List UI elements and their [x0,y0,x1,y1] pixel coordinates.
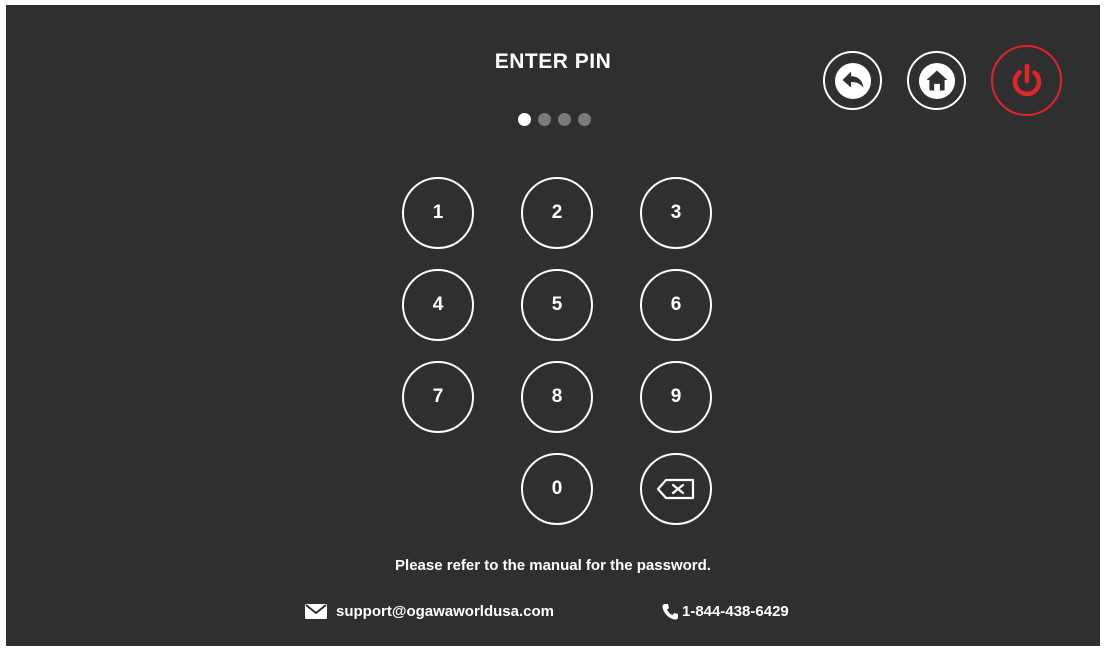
keypad-key-7[interactable]: 7 [402,361,474,433]
support-email[interactable]: support@ogawaworldusa.com [305,603,554,620]
keypad-key-3[interactable]: 3 [640,177,712,249]
support-email-text: support@ogawaworldusa.com [336,603,554,620]
pin-entry-screen: ENTER PIN 1 2 3 4 5 6 7 8 9 0 Please ref… [6,5,1100,646]
keypad-key-6[interactable]: 6 [640,269,712,341]
keypad-key-0[interactable]: 0 [521,453,593,525]
back-button[interactable] [823,51,882,110]
home-icon [918,62,955,99]
pin-dot-filled [518,113,531,126]
pin-dot-empty [558,113,571,126]
password-hint: Please refer to the manual for the passw… [395,557,711,574]
keypad-key-2[interactable]: 2 [521,177,593,249]
keypad-key-8[interactable]: 8 [521,361,593,433]
backspace-button[interactable] [640,453,712,525]
keypad-key-5[interactable]: 5 [521,269,593,341]
support-phone[interactable]: 1-844-438-6429 [662,603,789,620]
keypad-key-4[interactable]: 4 [402,269,474,341]
back-arrow-icon [834,62,871,99]
pin-dot-empty [538,113,551,126]
keypad-key-9[interactable]: 9 [640,361,712,433]
envelope-icon [305,604,327,619]
support-phone-text: 1-844-438-6429 [682,603,789,620]
home-button[interactable] [907,51,966,110]
keypad-key-1[interactable]: 1 [402,177,474,249]
phone-icon [662,604,678,620]
backspace-icon [656,478,695,500]
pin-dot-empty [578,113,591,126]
power-icon [1012,63,1041,96]
power-button[interactable] [991,45,1062,116]
pin-progress-dots [518,113,591,126]
